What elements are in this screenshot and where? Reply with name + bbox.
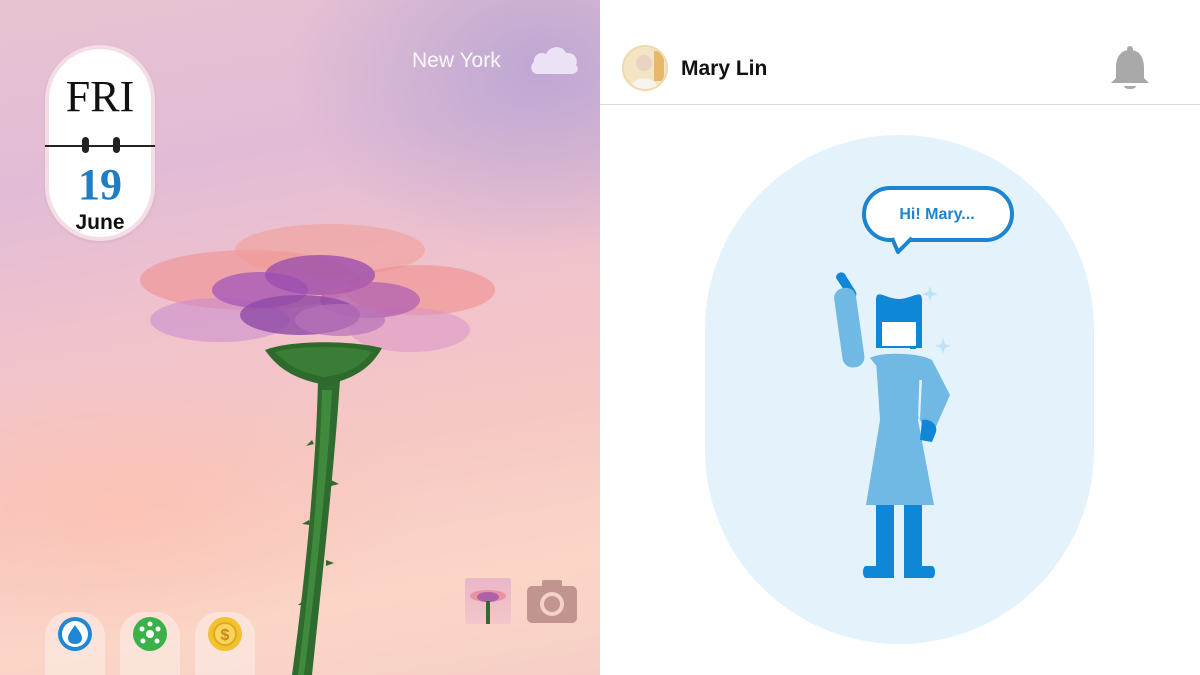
network-button[interactable] bbox=[133, 617, 167, 651]
calendar-divider bbox=[45, 145, 155, 147]
greeting-panel: Mary Lin Hi! Mary... bbox=[600, 0, 1200, 675]
svg-text:$: $ bbox=[221, 627, 230, 644]
camera-icon[interactable] bbox=[525, 577, 579, 625]
calendar-month: June bbox=[75, 211, 125, 234]
calendar-day: FRI bbox=[65, 72, 135, 121]
dollar-coin-button[interactable]: $ bbox=[208, 617, 242, 651]
calendar-ring-icon bbox=[113, 137, 120, 153]
calendar-widget[interactable]: FRI 19 June bbox=[45, 45, 155, 241]
waving-person-illustration bbox=[834, 272, 951, 578]
weather-city[interactable]: New York bbox=[412, 49, 501, 73]
cloud-icon[interactable] bbox=[528, 42, 580, 76]
thumbnail-flower-icon bbox=[470, 590, 506, 624]
calendar-ring-icon bbox=[82, 137, 89, 153]
calendar-date: 19 bbox=[78, 160, 122, 209]
network-icon bbox=[139, 621, 161, 644]
flower-thumbnail[interactable] bbox=[465, 578, 511, 624]
dollar-coin-icon: $ bbox=[213, 622, 237, 646]
water-drop-button[interactable] bbox=[58, 617, 92, 651]
water-drop-icon bbox=[62, 621, 88, 647]
wallpaper-panel: FRI 19 June New York $ bbox=[0, 0, 600, 675]
